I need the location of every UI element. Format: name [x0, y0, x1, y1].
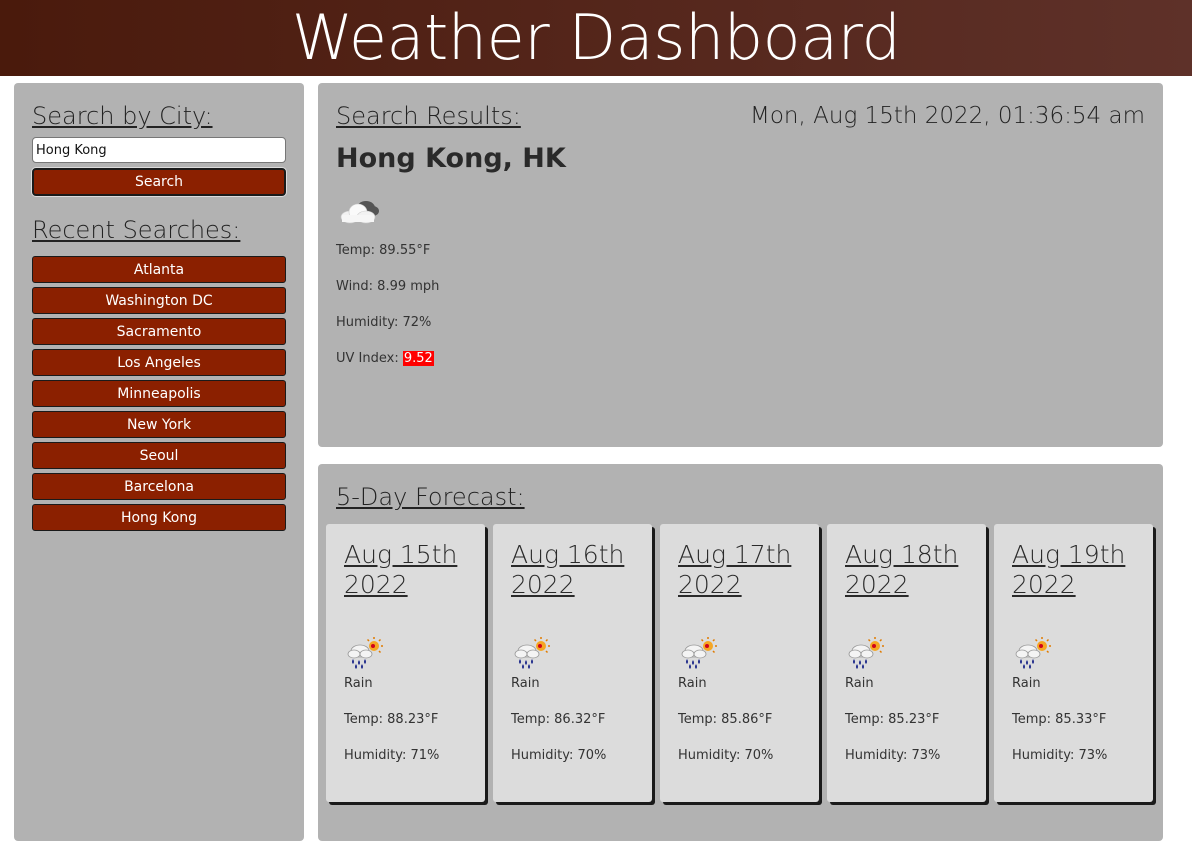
current-wind: Wind: 8.99 mph — [336, 279, 440, 294]
forecast-title: 5-Day Forecast: — [336, 483, 525, 511]
recent-search-button[interactable]: Atlanta — [32, 256, 286, 283]
recent-searches-title: Recent Searches: — [32, 216, 241, 244]
current-temp: Temp: 89.55°F — [336, 243, 431, 258]
recent-search-button[interactable]: New York — [32, 411, 286, 438]
recent-search-button[interactable]: Barcelona — [32, 473, 286, 500]
uv-badge: 9.52 — [402, 351, 434, 366]
recent-search-button[interactable]: Washington DC — [32, 287, 286, 314]
forecast-date: Aug 16th 2022 — [511, 540, 625, 599]
header: Weather Dashboard — [0, 0, 1192, 76]
forecast-temp: Temp: 85.86°F — [678, 712, 773, 727]
recent-search-button[interactable]: Seoul — [32, 442, 286, 469]
search-button[interactable]: Search — [32, 168, 286, 196]
forecast-humidity: Humidity: 71% — [344, 748, 440, 763]
forecast-date: Aug 19th 2022 — [1012, 540, 1126, 599]
forecast-temp: Temp: 85.23°F — [845, 712, 940, 727]
rain-sun-icon — [845, 636, 885, 670]
recent-search-button[interactable]: Los Angeles — [32, 349, 286, 376]
forecast-humidity: Humidity: 70% — [678, 748, 774, 763]
recent-search-button[interactable]: Hong Kong — [32, 504, 286, 531]
rain-sun-icon — [344, 636, 384, 670]
forecast-temp: Temp: 85.33°F — [1012, 712, 1107, 727]
forecast-card: Aug 18th 2022 Rain Temp: 85.23°F Humidit… — [827, 524, 986, 802]
recent-search-button[interactable]: Sacramento — [32, 318, 286, 345]
forecast-temp: Temp: 86.32°F — [511, 712, 606, 727]
search-input[interactable] — [32, 137, 286, 163]
forecast-description: Rain — [845, 676, 874, 691]
forecast-description: Rain — [511, 676, 540, 691]
search-title: Search by City: — [32, 102, 213, 130]
forecast-humidity: Humidity: 73% — [1012, 748, 1108, 763]
forecast-description: Rain — [678, 676, 707, 691]
city-name: Hong Kong, HK — [336, 143, 566, 174]
rain-sun-icon — [511, 636, 551, 670]
current-humidity: Humidity: 72% — [336, 315, 432, 330]
sidebar: Search by City: Search Recent Searches: … — [14, 83, 304, 841]
current-datetime: Mon, Aug 15th 2022, 01:36:54 am — [750, 103, 1145, 129]
forecast-date: Aug 18th 2022 — [845, 540, 959, 599]
rain-sun-icon — [678, 636, 718, 670]
forecast-card: Aug 19th 2022 Rain Temp: 85.33°F Humidit… — [994, 524, 1153, 802]
forecast-temp: Temp: 88.23°F — [344, 712, 439, 727]
forecast-card: Aug 17th 2022 Rain Temp: 85.86°F Humidit… — [660, 524, 819, 802]
forecast-description: Rain — [1012, 676, 1041, 691]
forecast-card: Aug 15th 2022 Rain Temp: 88.23°F Humidit… — [326, 524, 485, 802]
forecast-humidity: Humidity: 70% — [511, 748, 607, 763]
forecast-cards: Aug 15th 2022 Rain Temp: 88.23°F Humidit… — [326, 524, 1153, 802]
recent-searches-list: Atlanta Washington DC Sacramento Los Ang… — [32, 256, 286, 531]
forecast-panel: 5-Day Forecast: Aug 15th 2022 Rain Temp:… — [318, 464, 1163, 841]
forecast-card: Aug 16th 2022 Rain Temp: 86.32°F Humidit… — [493, 524, 652, 802]
current-uv: UV Index: 9.52 — [336, 349, 1145, 385]
search-results-panel: Search Results: Mon, Aug 15th 2022, 01:3… — [318, 83, 1163, 447]
forecast-description: Rain — [344, 676, 373, 691]
recent-search-button[interactable]: Minneapolis — [32, 380, 286, 407]
cloud-icon — [336, 195, 384, 229]
forecast-date: Aug 17th 2022 — [678, 540, 792, 599]
rain-sun-icon — [1012, 636, 1052, 670]
forecast-humidity: Humidity: 73% — [845, 748, 941, 763]
forecast-date: Aug 15th 2022 — [344, 540, 458, 599]
uv-label: UV Index: — [336, 351, 403, 366]
page-title: Weather Dashboard — [291, 1, 901, 74]
